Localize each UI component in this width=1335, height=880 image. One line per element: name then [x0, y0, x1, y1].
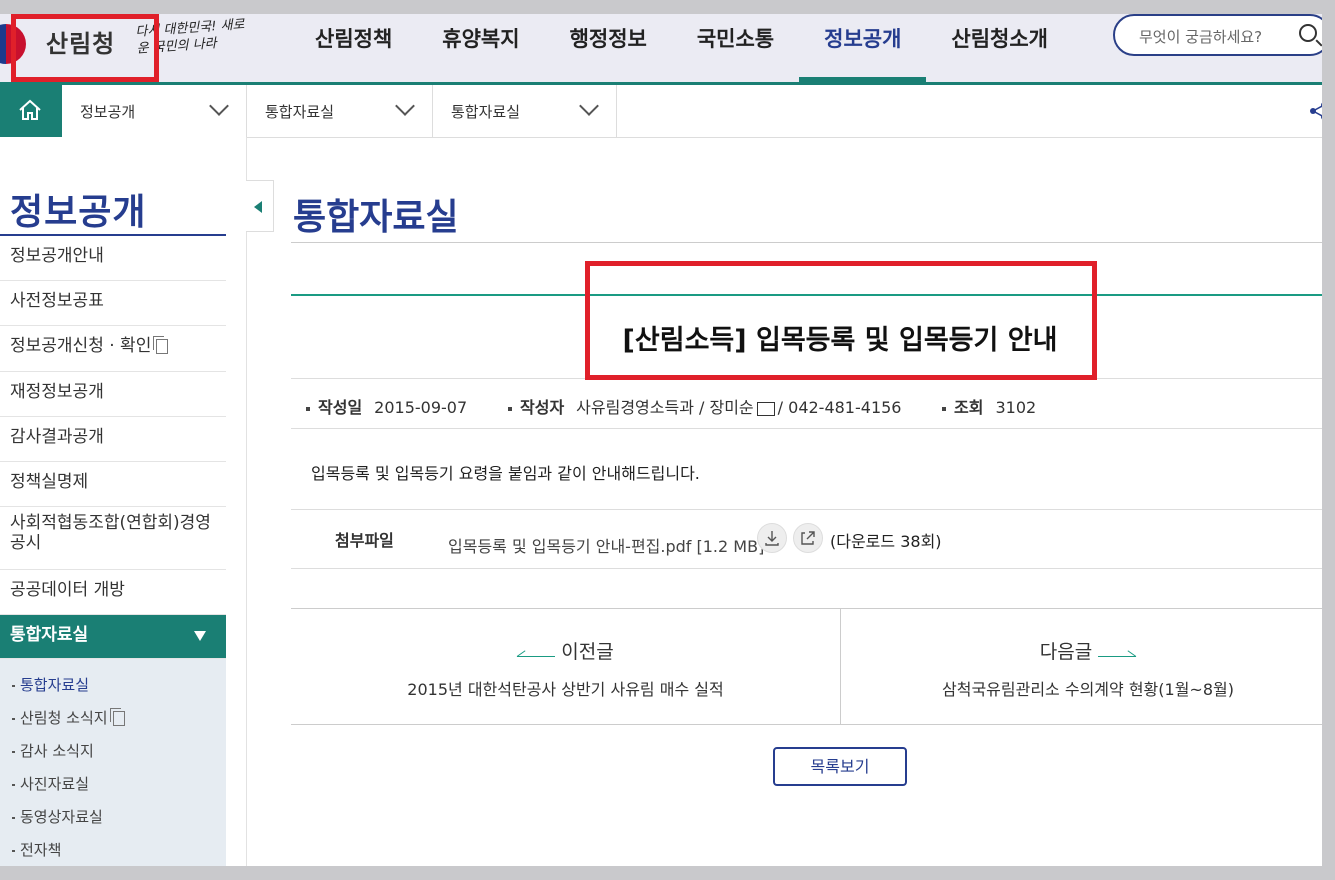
- meta-author: 작성자 사유림경영소득과 / 장미순 / 042-481-4156: [508, 394, 901, 418]
- sidebar-item-disclosure-request[interactable]: 정보공개신청 · 확인: [0, 326, 226, 372]
- subitem-audit-newsletter[interactable]: 감사 소식지: [0, 735, 226, 768]
- divider: [291, 428, 1322, 429]
- sidebar-item-finance[interactable]: 재정정보공개: [0, 372, 226, 417]
- nav-info-disclosure[interactable]: 정보공개: [799, 14, 927, 82]
- breadcrumb-level-3[interactable]: 통합자료실: [433, 85, 617, 137]
- site-header: 산림청 다시 대한민국! 새로운 국민의 나라 산림정책 휴양복지 행정정보 국…: [0, 14, 1322, 85]
- nav-admin-info[interactable]: 행정정보: [545, 14, 672, 82]
- breadcrumb-level-1[interactable]: 정보공개: [62, 85, 247, 137]
- breadcrumb-label: 정보공개: [80, 103, 136, 121]
- sidebar-item-label: 공공데이터 개방: [10, 580, 125, 600]
- chevron-down-icon: [579, 96, 599, 116]
- nav-public-communication[interactable]: 국민소통: [672, 14, 799, 82]
- sidebar-item-integrated-archive[interactable]: 통합자료실: [0, 615, 226, 659]
- post-body: 입목등록 및 입목등기 요령을 붙임과 같이 안내해드립니다.: [311, 464, 700, 483]
- meta-label: 작성자: [520, 398, 565, 417]
- subitem-ebook[interactable]: 전자책: [0, 834, 226, 866]
- search-input[interactable]: 무엇이 궁금하세요?: [1139, 26, 1262, 47]
- sidebar-item-disclosure-guide[interactable]: 정보공개안내: [0, 236, 226, 281]
- sidebar-item-prior-disclosure[interactable]: 사전정보공표: [0, 281, 226, 326]
- sidebar-item-label: 재정정보공개: [10, 382, 104, 402]
- sidebar-item-coop[interactable]: 사회적협동조합(연합회)경영공시: [0, 507, 226, 570]
- sidebar-item-label: 사전정보공표: [10, 291, 104, 311]
- sidebar-item-label: 정보공개신청 · 확인: [10, 336, 152, 356]
- prev-post-title[interactable]: 2015년 대한석탄공사 상반기 사유림 매수 실적: [291, 676, 840, 700]
- meta-views: 조회 3102: [942, 394, 1036, 418]
- sidebar-item-label: 사회적협동조합(연합회)경영공시: [10, 513, 211, 553]
- subitem-video-archive[interactable]: 동영상자료실: [0, 801, 226, 834]
- nav-about[interactable]: 산림청소개: [926, 14, 1073, 82]
- subitem-integrated-archive[interactable]: 통합자료실: [0, 669, 226, 702]
- arrow-right-icon: [1098, 648, 1137, 657]
- subitem-photo-archive[interactable]: 사진자료실: [0, 768, 226, 801]
- prev-post[interactable]: 이전글 2015년 대한석탄공사 상반기 사유림 매수 실적: [291, 609, 840, 724]
- page-frame: 산림청 다시 대한민국! 새로운 국민의 나라 산림정책 휴양복지 행정정보 국…: [0, 0, 1322, 866]
- meta-value: 사유림경영소득과 / 장미순: [576, 398, 754, 417]
- list-button[interactable]: 목록보기: [773, 747, 907, 786]
- sidebar-submenu: 통합자료실 산림청 소식지 감사 소식지 사진자료실 동영상자료실 전자책: [0, 659, 226, 866]
- divider: [291, 509, 1322, 510]
- subitem-newsletter[interactable]: 산림청 소식지: [0, 702, 226, 735]
- breadcrumb-label: 통합자료실: [265, 103, 335, 121]
- sidebar-item-policy-real-name[interactable]: 정책실명제: [0, 462, 226, 507]
- post-navigation: 이전글 2015년 대한석탄공사 상반기 사유림 매수 실적 다음글 삼척국유림…: [291, 608, 1322, 725]
- meta-phone: / 042-481-4156: [777, 398, 902, 417]
- highlight-box: [585, 261, 1097, 380]
- download-icon: [765, 531, 779, 546]
- breadcrumb-level-2[interactable]: 통합자료실: [247, 85, 433, 137]
- download-button[interactable]: [757, 523, 787, 553]
- main-nav: 산림정책 휴양복지 행정정보 국민소통 정보공개 산림청소개: [290, 14, 1073, 82]
- preview-button[interactable]: [793, 523, 823, 553]
- sidebar-item-open-data[interactable]: 공공데이터 개방: [0, 570, 226, 615]
- sidebar-item-audit[interactable]: 감사결과공개: [0, 417, 226, 462]
- new-window-icon: [153, 335, 169, 354]
- search-box[interactable]: 무엇이 궁금하세요?: [1113, 14, 1322, 56]
- chevron-down-icon: [395, 96, 415, 116]
- sidebar-item-label: 정책실명제: [10, 472, 89, 492]
- chevron-down-icon: [209, 96, 229, 116]
- mail-icon[interactable]: [756, 401, 775, 416]
- sidebar-item-label: 감사결과공개: [10, 427, 104, 447]
- next-post-title[interactable]: 삼척국유림관리소 수의계약 현황(1월~8월): [841, 676, 1322, 700]
- search-icon[interactable]: [1299, 24, 1317, 42]
- share-icon[interactable]: [1309, 101, 1322, 121]
- home-button[interactable]: [0, 85, 62, 137]
- page-title: 통합자료실: [293, 197, 459, 238]
- sidebar: 정보공개 정보공개안내 사전정보공표 정보공개신청 · 확인 재정정보공개 감사…: [0, 137, 247, 866]
- sidebar-title: 정보공개: [10, 192, 147, 233]
- arrow-left-icon: [517, 648, 556, 657]
- new-window-icon: [109, 708, 125, 726]
- attachment-link[interactable]: 입목등록 및 입목등기 안내-편집.pdf [1.2 MB]: [448, 533, 764, 557]
- sidebar-item-label: 정보공개안내: [10, 246, 104, 266]
- attachment-label: 첨부파일: [335, 531, 394, 550]
- sidebar-item-label: 통합자료실: [10, 625, 89, 645]
- sidebar-menu: 정보공개안내 사전정보공표 정보공개신청 · 확인 재정정보공개 감사결과공개 …: [0, 236, 226, 659]
- meta-label: 작성일: [318, 398, 363, 417]
- download-count: (다운로드 38회): [830, 532, 942, 551]
- next-label: 다음글: [1039, 641, 1093, 663]
- divider: [291, 568, 1322, 569]
- breadcrumb-label: 통합자료실: [451, 103, 521, 121]
- next-post[interactable]: 다음글 삼척국유림관리소 수의계약 현황(1월~8월): [841, 609, 1322, 724]
- highlight-box: [11, 14, 159, 82]
- prev-label: 이전글: [561, 641, 614, 663]
- meta-label: 조회: [954, 398, 984, 417]
- caret-down-icon: [194, 631, 206, 641]
- nav-recreation-welfare[interactable]: 휴양복지: [417, 14, 544, 82]
- window-top-strip: [0, 0, 1335, 14]
- meta-value: 2015-09-07: [374, 398, 468, 417]
- sidebar-collapse-button[interactable]: [246, 180, 274, 232]
- meta-value: 3102: [995, 398, 1037, 417]
- divider: [291, 242, 1322, 243]
- nav-forest-policy[interactable]: 산림정책: [290, 14, 417, 82]
- home-icon: [19, 99, 41, 120]
- breadcrumb-bar: 정보공개 통합자료실 통합자료실: [0, 85, 1322, 138]
- subitem-label: 산림청 소식지: [20, 709, 108, 727]
- external-link-icon: [801, 531, 815, 545]
- meta-date: 작성일 2015-09-07: [306, 394, 467, 418]
